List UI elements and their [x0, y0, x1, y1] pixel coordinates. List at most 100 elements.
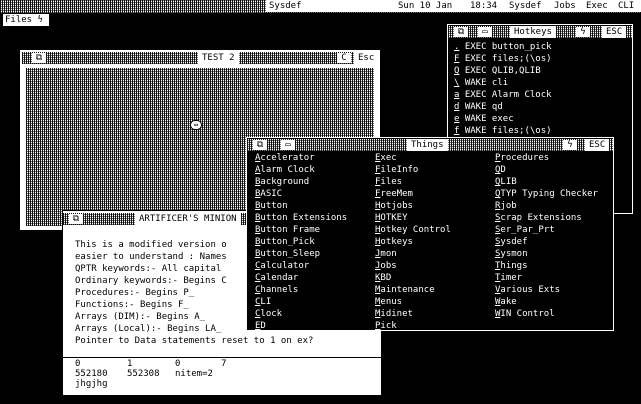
list-item[interactable]: Maintenance [375, 284, 491, 296]
list-item[interactable]: QD [495, 164, 613, 176]
list-item[interactable]: Exec [375, 152, 491, 164]
list-item[interactable]: Files [375, 176, 491, 188]
hotkey-command: EXEC Alarm Clock [464, 90, 552, 100]
things-window[interactable]: ⧉ ▭ Things ϟ ESC Accelerator Alarm Clock… [246, 137, 614, 331]
list-item[interactable]: Ser_Par_Prt [495, 224, 613, 236]
top-bar: Sysdef Sun 10 Jan 18:34 Sysdef Jobs Exec… [0, 0, 641, 14]
list-item[interactable]: FileInfo [375, 164, 491, 176]
hotkey-key: d [454, 102, 460, 112]
list-item[interactable]: Button_Pick [255, 236, 371, 248]
list-item[interactable]: Button Extensions [255, 212, 371, 224]
list-item[interactable]: QLIB [495, 176, 613, 188]
list-item[interactable]: Wake [495, 296, 613, 308]
things-title: Things [407, 139, 448, 151]
hotkeys-list: . EXEC button_pick F EXEC files;(\os) Q … [454, 41, 630, 137]
list-item[interactable]: Clock [255, 308, 371, 320]
list-item[interactable]: Calendar [255, 272, 371, 284]
list-item[interactable]: Scrap Extensions [495, 212, 613, 224]
things-titlebar[interactable]: ⧉ ▭ Things ϟ ESC [247, 139, 613, 151]
list-item[interactable]: Menus [375, 296, 491, 308]
list-item[interactable]: Sysmon [495, 248, 613, 260]
things-column-2: Exec FileInfo Files FreeMem Hotjobs HOTK… [375, 152, 491, 332]
move-window-icon[interactable]: ⧉ [32, 53, 46, 63]
list-item[interactable]: \ WAKE cli [454, 77, 630, 89]
list-item[interactable]: Hotjobs [375, 200, 491, 212]
list-item[interactable]: f WAKE files;(\os) [454, 125, 630, 137]
list-item[interactable]: Pick [375, 320, 491, 332]
list-item[interactable]: BASIC [255, 188, 371, 200]
hotkey-command: WAKE cli [464, 78, 509, 88]
hotkey-key: a [454, 90, 460, 100]
list-item[interactable]: a EXEC Alarm Clock [454, 89, 630, 101]
test2-title: TEST 2 [198, 52, 239, 64]
list-item[interactable]: Timer [495, 272, 613, 284]
list-item[interactable]: HOTKEY [375, 212, 491, 224]
divider [63, 357, 381, 358]
test2-esc[interactable]: Esc [354, 52, 379, 64]
hotkey-key: F [454, 54, 460, 64]
topbar-item-sysdef[interactable]: Sysdef [506, 0, 554, 12]
move-window-icon[interactable]: ⧉ [253, 140, 267, 150]
input-line[interactable]: jhgjhg [75, 379, 375, 389]
list-item[interactable]: FreeMem [375, 188, 491, 200]
list-item[interactable]: WIN Control [495, 308, 613, 320]
lightning-icon[interactable]: ϟ [576, 27, 590, 37]
list-item[interactable]: Jobs [375, 260, 491, 272]
resize-window-icon[interactable]: ▭ [281, 140, 295, 150]
move-window-icon[interactable]: ⧉ [69, 214, 83, 224]
hotkey-key: Q [454, 66, 460, 76]
list-item[interactable]: Button [255, 200, 371, 212]
hotkey-command: WAKE files;(\os) [464, 126, 552, 136]
list-item[interactable]: QTYP Typing Checker [495, 188, 613, 200]
hotkeys-title: Hotkeys [510, 26, 556, 38]
list-item[interactable]: KBD [375, 272, 491, 284]
number-row: 0107 [75, 359, 227, 369]
topbar-item-jobs[interactable]: Jobs [551, 0, 586, 12]
list-item[interactable]: ED [255, 320, 371, 332]
list-item[interactable]: Background [255, 176, 371, 188]
sysdef-title: Sysdef [266, 0, 398, 12]
list-item[interactable]: Button Frame [255, 224, 371, 236]
list-item[interactable]: d WAKE qd [454, 101, 630, 113]
list-item[interactable]: Various Exts [495, 284, 613, 296]
list-item[interactable]: CLI [255, 296, 371, 308]
list-item[interactable]: Button_Sleep [255, 248, 371, 260]
number-row: 552180 552308 nitem=2 [75, 369, 213, 379]
hotkey-key: f [454, 126, 460, 136]
clock-time: 18:34 [467, 0, 509, 12]
resize-window-icon[interactable]: ▭ [478, 27, 492, 37]
test2-titlebar[interactable]: ⧉ TEST 2 C Esc [22, 52, 379, 64]
list-item[interactable]: Hotkey Control [375, 224, 491, 236]
list-item[interactable]: Q EXEC QLIB,QLIB [454, 65, 630, 77]
list-item[interactable]: F EXEC files;(\os) [454, 53, 630, 65]
list-item[interactable]: . EXEC button_pick [454, 41, 630, 53]
move-window-icon[interactable]: ⧉ [454, 27, 468, 37]
topbar-item-exec[interactable]: Exec [583, 0, 618, 12]
list-item[interactable]: Accelerator [255, 152, 371, 164]
list-item[interactable]: Alarm Clock [255, 164, 371, 176]
hotkeys-titlebar[interactable]: ⧉ ▭ Hotkeys ϟ ESC [448, 26, 632, 38]
list-item[interactable]: Things [495, 260, 613, 272]
list-item[interactable]: Calculator [255, 260, 371, 272]
list-item[interactable]: Sysdef [495, 236, 613, 248]
prompt-line: Pointer to Data statements reset to 1 on… [75, 336, 314, 346]
hotkey-command: EXEC files;(\os) [464, 54, 552, 64]
files-button[interactable]: Files ϟ [3, 14, 49, 26]
files-label: Files [5, 15, 33, 25]
list-item[interactable]: Rjob [495, 200, 613, 212]
hotkey-key: . [454, 42, 460, 52]
things-esc[interactable]: ESC [585, 139, 610, 151]
hotkey-command: WAKE exec [464, 114, 514, 124]
list-item[interactable]: e WAKE exec [454, 113, 630, 125]
list-item[interactable]: Hotkeys [375, 236, 491, 248]
refresh-icon[interactable]: C [337, 53, 351, 63]
list-item[interactable]: Channels [255, 284, 371, 296]
list-item[interactable]: Midinet [375, 308, 491, 320]
hotkeys-esc[interactable]: ESC [602, 26, 627, 38]
list-item[interactable]: Procedures [495, 152, 613, 164]
hotkey-key: e [454, 114, 460, 124]
hotkey-command: WAKE qd [464, 102, 503, 112]
lightning-icon[interactable]: ϟ [563, 140, 577, 150]
list-item[interactable]: Jmon [375, 248, 491, 260]
topbar-item-cli[interactable]: CLI [615, 0, 641, 12]
